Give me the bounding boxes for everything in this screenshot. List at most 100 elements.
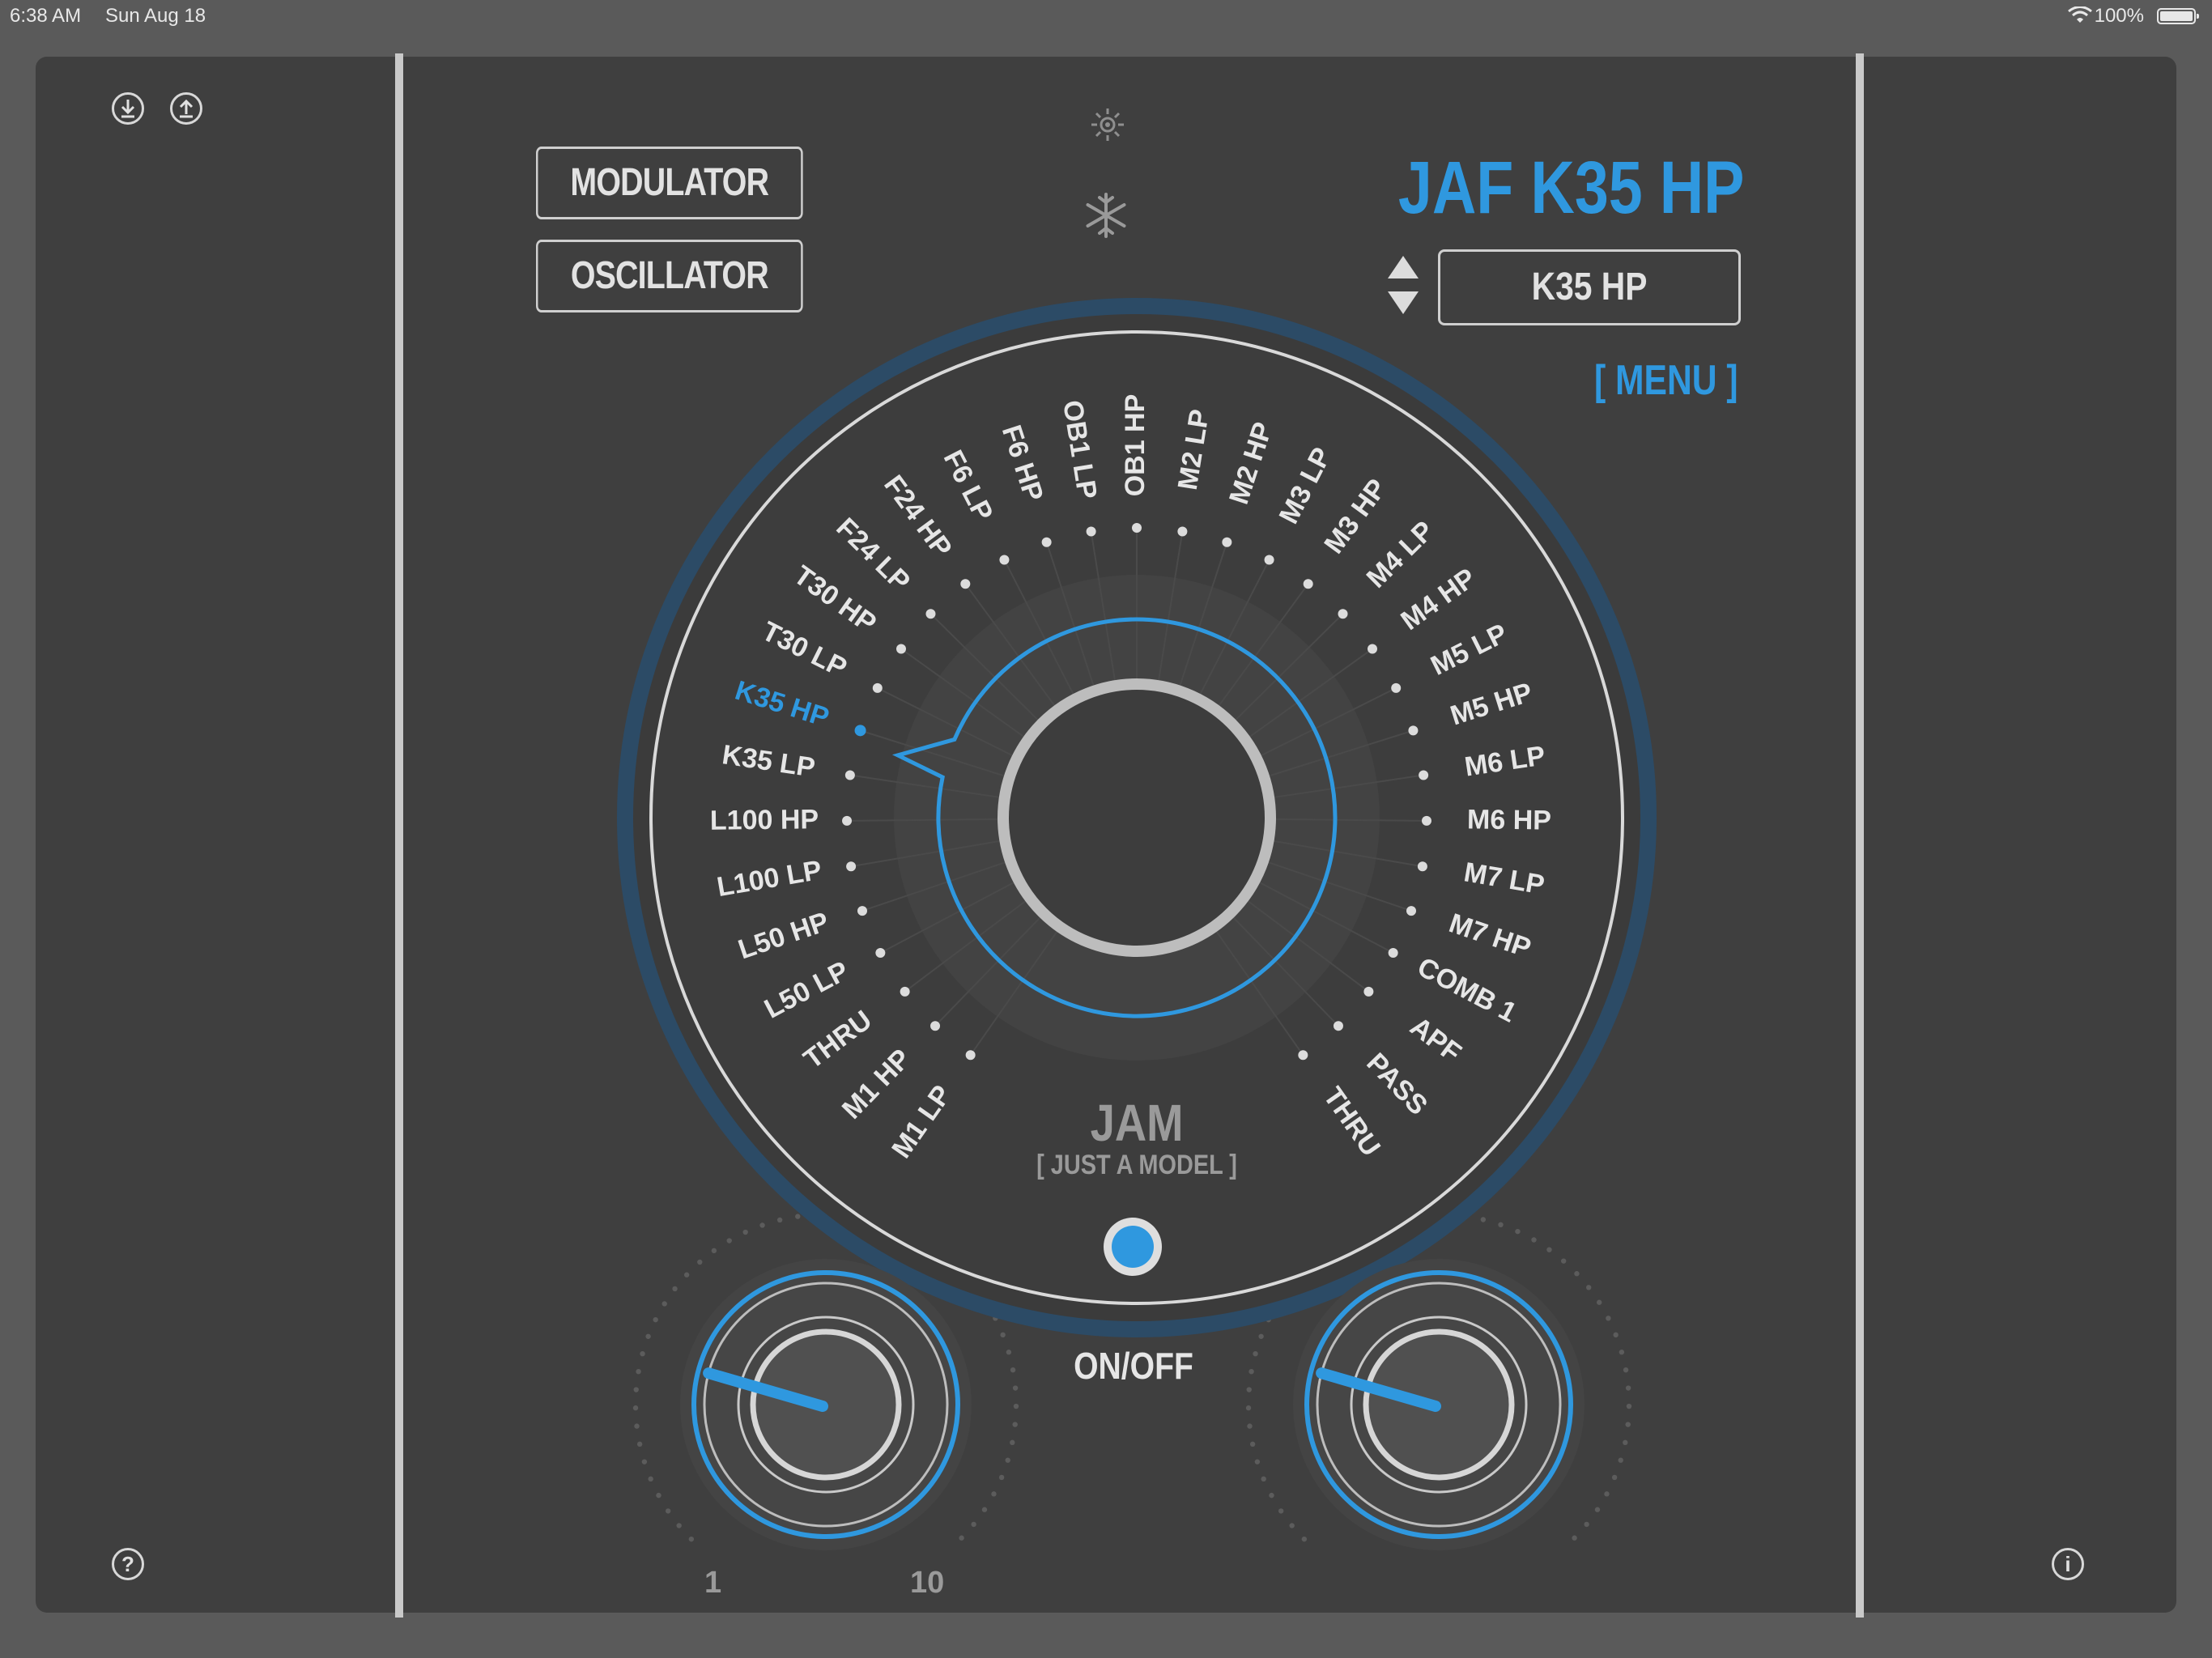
- dial-position-dot[interactable]: [842, 815, 853, 826]
- knob-left-scale-dot: [776, 1217, 783, 1223]
- dial-position-dot[interactable]: [965, 1050, 976, 1061]
- dial-position-dot[interactable]: [1388, 948, 1398, 959]
- dial-position-dot[interactable]: [1367, 644, 1377, 654]
- knob-right-scale-dot: [1623, 1439, 1628, 1446]
- knob-left-scale-dot: [981, 1507, 988, 1512]
- knob-right-scale-dot: [1245, 1405, 1252, 1411]
- dial-position-dot[interactable]: [1406, 906, 1417, 916]
- knob-left-scale-dot: [711, 1248, 717, 1254]
- brand: JAM [ JUST A MODEL ]: [975, 1093, 1299, 1181]
- knob-scale-min: 1: [704, 1566, 722, 1600]
- dial-position-dot[interactable]: [846, 861, 857, 872]
- knob-left-scale-dot: [1012, 1385, 1019, 1391]
- knob-right-scale-dot: [1626, 1403, 1632, 1409]
- knob-right-scale-dot: [1289, 1523, 1295, 1528]
- knob-left-scale-dot: [971, 1521, 976, 1528]
- knob-left-scale-dot: [636, 1441, 643, 1448]
- knob-right-scale-dot: [1560, 1258, 1567, 1264]
- knob-right-scale-dot: [1611, 1474, 1618, 1481]
- dial-position-dot[interactable]: [1303, 579, 1313, 589]
- knob-right-scale-dot: [1618, 1457, 1623, 1463]
- knob-left-scale-dot: [697, 1259, 703, 1265]
- knob-left-scale-dot: [959, 1535, 964, 1541]
- brand-subtitle: [ JUST A MODEL ]: [1036, 1150, 1237, 1180]
- knob-left-scale-dot: [1010, 1367, 1016, 1373]
- knob-right-scale-dot: [1584, 1521, 1589, 1528]
- knob-right-scale-dot: [1249, 1441, 1256, 1448]
- dial-position-dot[interactable]: [854, 725, 866, 737]
- dial-position-dot[interactable]: [900, 986, 910, 997]
- dial-position-dot[interactable]: [1419, 770, 1429, 780]
- knob-left-scale-dot: [795, 1214, 801, 1219]
- dial-label[interactable]: OB1 HP: [1120, 394, 1151, 497]
- info-circle-icon[interactable]: i: [2052, 1548, 2084, 1580]
- dial-position-dot[interactable]: [1408, 725, 1419, 736]
- knob-right-scale-dot: [1254, 1459, 1261, 1465]
- knob-right-scale-dot: [1625, 1422, 1631, 1427]
- dial-position-dot[interactable]: [1333, 1021, 1343, 1031]
- dial-position-dot[interactable]: [872, 682, 883, 693]
- knob-left-scale-dot: [648, 1476, 653, 1482]
- knob-left-scale-dot: [1010, 1439, 1015, 1446]
- knob-left-scale-dot: [726, 1238, 732, 1244]
- dial-position-dot[interactable]: [857, 906, 867, 916]
- knob-left-scale-dot: [653, 1316, 658, 1323]
- knob-left-scale-dot: [645, 1333, 651, 1339]
- dial-position-dot[interactable]: [1177, 526, 1188, 537]
- dial-position-dot[interactable]: [999, 555, 1010, 565]
- knob-left-scale-dot: [1005, 1457, 1010, 1463]
- knob-left-scale-dot: [742, 1229, 748, 1235]
- knob-right-scale-dot: [1623, 1367, 1629, 1373]
- dial-position-dot[interactable]: [896, 644, 907, 654]
- dial-position-dot[interactable]: [1338, 609, 1348, 619]
- knob-right-scale-dot: [1613, 1332, 1619, 1338]
- knob-left-scale-dot: [641, 1459, 648, 1465]
- knob-right-scale-dot: [1246, 1387, 1252, 1392]
- knob-right-scale-dot: [1278, 1508, 1284, 1514]
- knob-right-scale-dot: [1606, 1316, 1611, 1321]
- dial-position-dot[interactable]: [1421, 815, 1431, 826]
- knob-left-scale-dot: [665, 1508, 671, 1514]
- knob-right-scale-dot: [1247, 1423, 1253, 1429]
- dial-position-dot[interactable]: [844, 770, 855, 780]
- dial-label[interactable]: M6 HP: [1467, 804, 1551, 835]
- knob-left-scale-dot: [1013, 1403, 1019, 1409]
- dial-position-dot[interactable]: [930, 1021, 941, 1031]
- knob-right-scale-dot: [1531, 1237, 1537, 1243]
- knob-right-scale-dot: [1269, 1492, 1274, 1499]
- knob-right-scale-dot: [1596, 1299, 1602, 1305]
- dial-position-dot[interactable]: [960, 579, 971, 589]
- knob-left-scale-dot: [633, 1387, 639, 1392]
- dial-position-dot[interactable]: [1298, 1050, 1308, 1061]
- knob-right-scale-dot: [1258, 1333, 1264, 1339]
- knob-right-scale-dot: [1498, 1222, 1504, 1228]
- power-label: ON/OFF: [1074, 1345, 1193, 1387]
- dial-position-dot[interactable]: [1086, 526, 1096, 537]
- knob-left-scale-dot: [683, 1272, 690, 1278]
- knob-right-scale-dot: [1480, 1217, 1487, 1222]
- dial-position-dot[interactable]: [1264, 555, 1274, 565]
- knob-right-scale-dot: [1594, 1507, 1601, 1512]
- dial-position-dot[interactable]: [1363, 986, 1374, 997]
- dial-position-dot[interactable]: [875, 948, 886, 959]
- filter-dial[interactable]: M1 LPM1 HPTHRUL50 LPL50 HPL100 LPL100 HP…: [0, 0, 2212, 1658]
- question-circle-icon[interactable]: ?: [112, 1548, 144, 1580]
- knob-left-scale-dot: [656, 1492, 661, 1499]
- dial-position-dot[interactable]: [1132, 523, 1142, 533]
- knob-right-scale-dot: [1546, 1247, 1552, 1252]
- knob-left-scale-dot: [998, 1474, 1005, 1481]
- knob-right-scale-dot: [1261, 1476, 1266, 1482]
- knob-right-scale-dot: [1625, 1385, 1631, 1391]
- dial-position-dot[interactable]: [1391, 682, 1402, 693]
- dial-position-dot[interactable]: [1041, 537, 1052, 547]
- dial-label[interactable]: L100 HP: [710, 804, 819, 835]
- dial-center-knob[interactable]: [998, 678, 1276, 957]
- knob-left-scale-dot: [688, 1536, 695, 1542]
- knob-scale-max: 10: [910, 1566, 945, 1600]
- knob-left-scale-dot: [1006, 1350, 1012, 1355]
- dial-position-dot[interactable]: [1222, 537, 1232, 547]
- dial-position-dot[interactable]: [925, 609, 936, 619]
- dial-position-dot[interactable]: [1417, 861, 1427, 872]
- knob-right-scale-dot: [1253, 1350, 1258, 1357]
- knob-left-scale-dot: [634, 1423, 640, 1429]
